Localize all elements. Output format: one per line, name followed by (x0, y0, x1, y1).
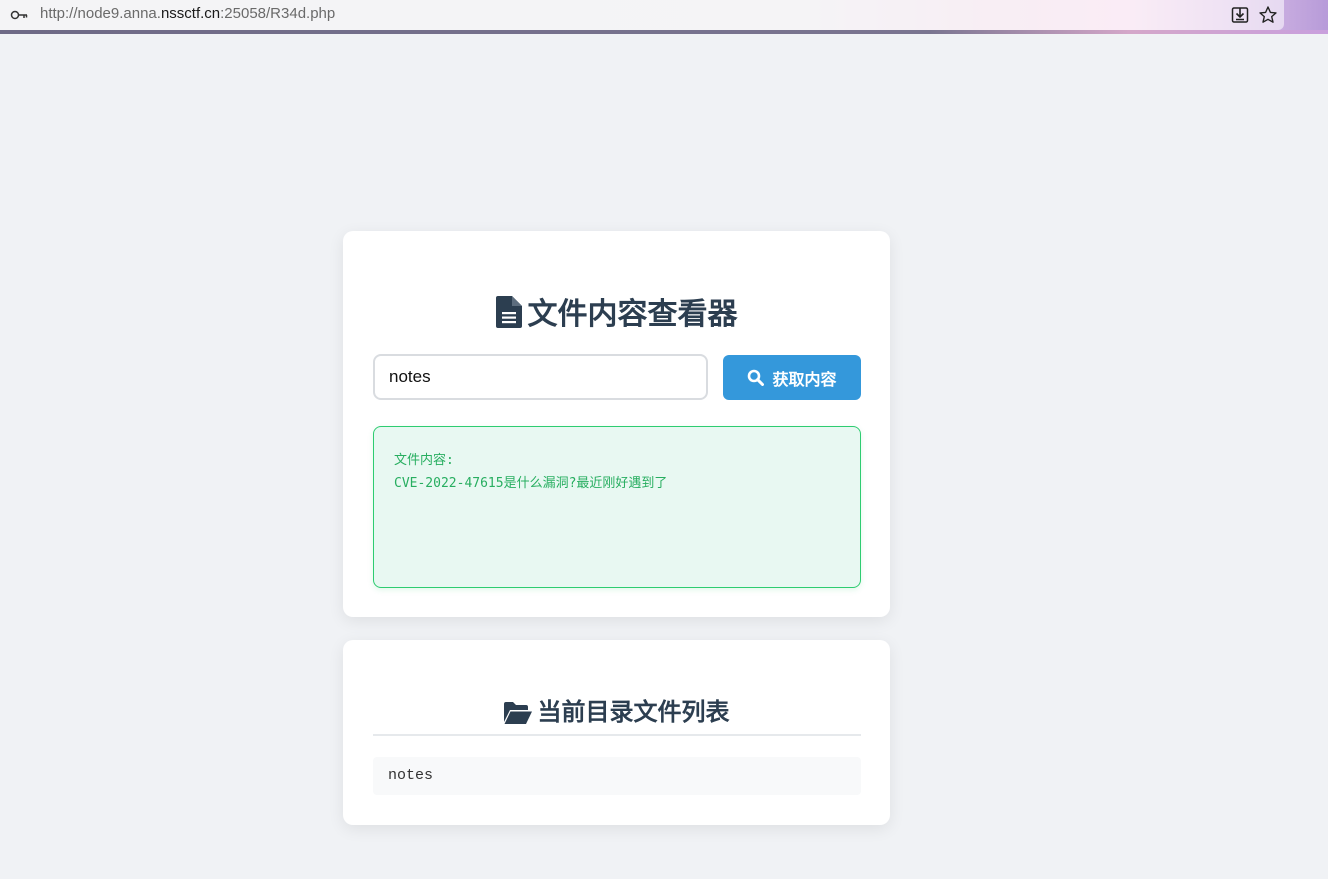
file-list-title: 当前目录文件列表 (343, 692, 890, 727)
page-load-bar (0, 30, 1328, 34)
folder-open-icon (503, 702, 532, 724)
browser-toolbar: http://node9.anna.nssctf.cn:25058/R34d.p… (0, 0, 1328, 34)
result-text: CVE-2022-47615是什么漏洞?最近刚好遇到了 (394, 476, 668, 491)
url-suffix: :25058/R34d.php (220, 5, 336, 22)
search-icon (748, 369, 765, 386)
file-content-output: 文件内容: CVE-2022-47615是什么漏洞?最近刚好遇到了 (373, 426, 861, 588)
fetch-button-label: 获取内容 (772, 369, 837, 389)
url-text[interactable]: http://node9.anna.nssctf.cn:25058/R34d.p… (40, 5, 335, 22)
result-label: 文件内容: (394, 453, 454, 468)
key-icon (10, 10, 28, 20)
bookmark-star-icon[interactable] (1258, 5, 1278, 25)
download-icon[interactable] (1230, 5, 1250, 25)
filename-input[interactable] (373, 354, 708, 400)
url-host: nssctf.cn (160, 5, 221, 22)
file-list-card: 当前目录文件列表 notes (343, 640, 890, 825)
fetch-content-button[interactable]: 获取内容 (723, 355, 861, 400)
viewer-title-text: 文件内容查看器 (527, 297, 738, 332)
viewer-title: 文件内容查看器 (343, 289, 890, 333)
url-prefix: http://node9.anna. (40, 5, 161, 22)
file-list-title-text: 当前目录文件列表 (537, 698, 730, 726)
file-viewer-card: 文件内容查看器 获取内容 文件内容: CVE-2022-47615是什么漏洞?最… (343, 231, 890, 617)
file-icon (495, 296, 522, 328)
divider (373, 734, 861, 736)
file-list-item[interactable]: notes (373, 757, 861, 795)
address-bar[interactable]: http://node9.anna.nssctf.cn:25058/R34d.p… (0, 0, 1284, 30)
